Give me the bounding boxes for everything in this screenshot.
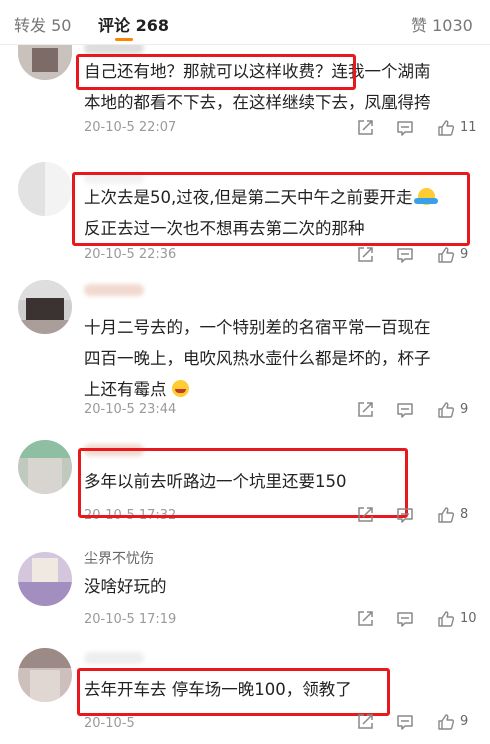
like-count: 9: [460, 247, 469, 262]
like-count: 10: [460, 611, 477, 626]
avatar[interactable]: [18, 280, 72, 334]
username-blurred[interactable]: [84, 444, 144, 456]
comment-line: 自己还有地？那就可以这样收费？连我一个湖南: [84, 62, 431, 81]
reply-icon[interactable]: [395, 712, 415, 732]
comment-item: 尘界不忧伤 没啥好玩的 20-10-5 17:19: [0, 540, 490, 636]
comment-time: 20-10-5 22:36: [84, 247, 177, 262]
avatar[interactable]: [18, 552, 72, 606]
like-count: 9: [460, 714, 469, 729]
comment-time: 20-10-5 23:44: [84, 402, 177, 417]
tab-likes[interactable]: 赞 1030: [411, 12, 473, 36]
comment-item: 上次去是50,过夜,但是第二天中午之前要开走 反正去过一次也不想再去第二次的那种…: [0, 150, 490, 280]
active-tab-indicator: [115, 38, 133, 41]
avatar[interactable]: [18, 40, 72, 80]
comment-tabs: 转发 50 评论 268 赞 1030: [0, 0, 490, 45]
comment-line: 十月二号去的，一个特别差的名宿平常一百现在: [84, 318, 431, 337]
comment-item: 去年开车去 停车场一晚100，领教了 20-10-5: [0, 640, 490, 744]
comment-time: 20-10-5: [84, 716, 135, 731]
comment-line: 去年开车去 停车场一晚100，领教了: [84, 680, 352, 699]
repost-icon[interactable]: [355, 118, 375, 138]
username-blurred[interactable]: [84, 284, 144, 296]
like-icon[interactable]: [436, 400, 456, 420]
comment-line: 反正去过一次也不想再去第二次的那种: [84, 219, 365, 238]
comment-line: 上次去是50,过夜,但是第二天中午之前要开走: [84, 188, 413, 207]
comment-text: 自己还有地？那就可以这样收费？连我一个湖南 本地的都看不下去，在这样继续下去，凤…: [84, 56, 484, 118]
comment-text: 多年以前去听路边一个坑里还要150: [84, 466, 484, 497]
reply-icon[interactable]: [395, 245, 415, 265]
comment-line: 四百一晚上，电吹风热水壶什么都是坏的，杯子: [84, 349, 431, 368]
repost-icon[interactable]: [355, 400, 375, 420]
comment-text: 上次去是50,过夜,但是第二天中午之前要开走 反正去过一次也不想再去第二次的那种: [84, 182, 484, 244]
like-count: 8: [460, 507, 469, 522]
reply-icon[interactable]: [395, 118, 415, 138]
repost-icon[interactable]: [355, 505, 375, 525]
avatar[interactable]: [18, 440, 72, 494]
comment-line: 多年以前去听路边一个坑里还要150: [84, 472, 347, 491]
like-count: 11: [460, 120, 477, 135]
like-icon[interactable]: [436, 505, 456, 525]
comment-item: 自己还有地？那就可以这样收费？连我一个湖南 本地的都看不下去，在这样继续下去，凤…: [0, 40, 490, 150]
like-count: 9: [460, 402, 469, 417]
repost-icon[interactable]: [355, 245, 375, 265]
comment-text: 没啥好玩的: [84, 571, 484, 602]
tab-repost[interactable]: 转发 50: [14, 12, 71, 36]
comment-item: 十月二号去的，一个特别差的名宿平常一百现在 四百一晚上，电吹风热水壶什么都是坏的…: [0, 280, 490, 428]
comment-line: 本地的都看不下去，在这样继续下去，凤凰得挎: [84, 93, 431, 112]
reply-icon[interactable]: [395, 505, 415, 525]
repost-icon[interactable]: [355, 609, 375, 629]
reply-icon[interactable]: [395, 609, 415, 629]
emoji-cold-sweat-icon: [413, 188, 438, 205]
reply-icon[interactable]: [395, 400, 415, 420]
avatar[interactable]: [18, 648, 72, 702]
comment-text: 去年开车去 停车场一晚100，领教了: [84, 674, 484, 705]
like-icon[interactable]: [436, 609, 456, 629]
repost-icon[interactable]: [355, 712, 375, 732]
avatar[interactable]: [18, 162, 72, 216]
comment-line: 没啥好玩的: [84, 577, 167, 596]
like-icon[interactable]: [436, 712, 456, 732]
tab-comments[interactable]: 评论 268: [98, 12, 169, 36]
username[interactable]: 尘界不忧伤: [84, 548, 154, 568]
like-icon[interactable]: [436, 245, 456, 265]
emoji-crying-laughing-icon: [171, 380, 189, 397]
comment-time: 20-10-5 17:32: [84, 508, 177, 523]
comment-line: 上还有霉点: [84, 380, 167, 399]
comment-item: 多年以前去听路边一个坑里还要150 20-10-5 17:32: [0, 430, 490, 530]
username-blurred[interactable]: [84, 652, 144, 664]
comment-text: 十月二号去的，一个特别差的名宿平常一百现在 四百一晚上，电吹风热水壶什么都是坏的…: [84, 312, 484, 405]
like-icon[interactable]: [436, 118, 456, 138]
comment-time: 20-10-5 17:19: [84, 612, 177, 627]
comment-time: 20-10-5 22:07: [84, 120, 177, 135]
